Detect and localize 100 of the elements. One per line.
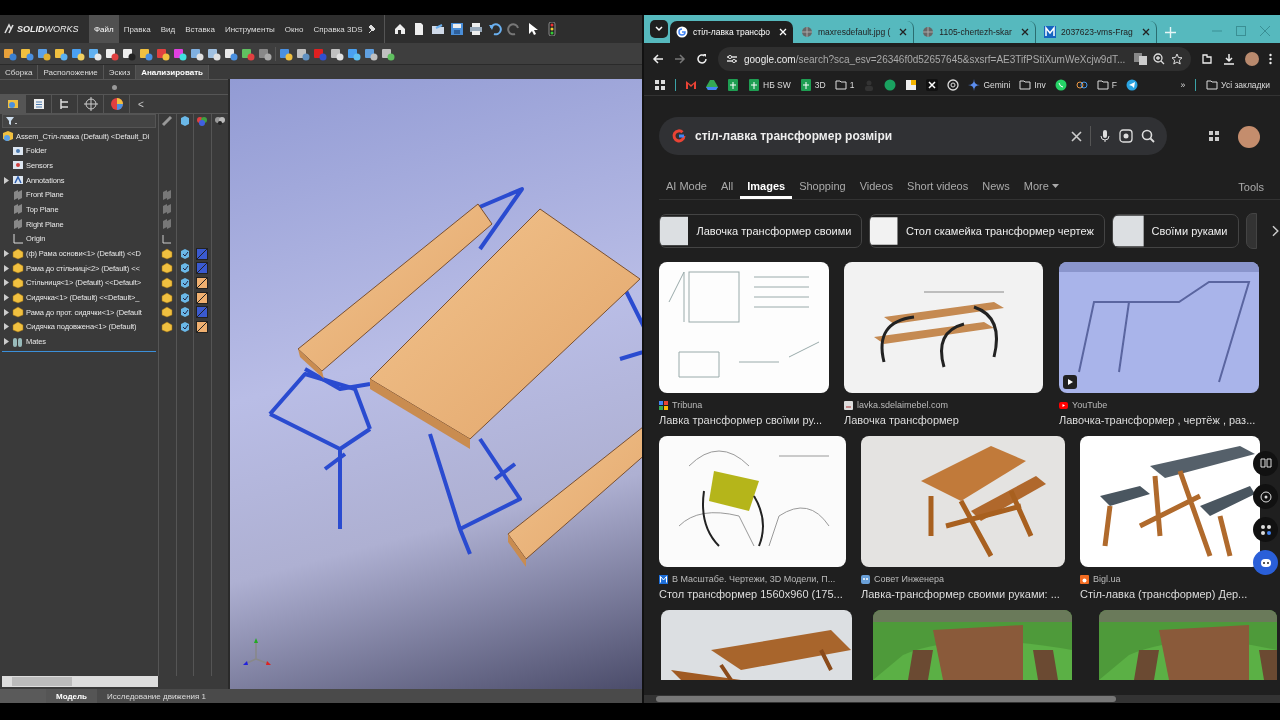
camera-icon[interactable] [1119, 129, 1133, 143]
browser-tab[interactable]: стіл-лавка трансфо [670, 21, 794, 43]
result-title[interactable]: Лавочка трансформер [844, 414, 1059, 426]
tool-icon[interactable] [190, 46, 204, 61]
display-icon[interactable] [213, 115, 226, 128]
tool-icon[interactable] [381, 46, 395, 61]
tool-icon[interactable] [296, 46, 310, 61]
apps-grid-icon[interactable] [1208, 130, 1222, 144]
menu-icon[interactable] [1269, 53, 1272, 65]
expand-arrow-icon[interactable] [3, 264, 9, 272]
result-title[interactable]: Лавка-трансформер своими руками: ... [861, 588, 1080, 600]
cube-check-icon[interactable] [178, 320, 191, 333]
suggestion-chip[interactable]: Стол скамейка трансформер чертеж [869, 214, 1105, 248]
result-title[interactable]: Стіл-лавка (трансформер) Дер... [1080, 588, 1275, 600]
result-title[interactable]: Стол трансформер 1560x960 (175... [659, 588, 861, 600]
bookmark[interactable]: Gemini [968, 79, 1011, 91]
tool-icon[interactable] [224, 46, 238, 61]
bookmark[interactable]: НБ SW [748, 79, 791, 91]
avatar[interactable] [1245, 52, 1259, 66]
tab-list-button[interactable] [650, 20, 668, 38]
expand-arrow-icon[interactable] [3, 308, 9, 316]
address-bar[interactable]: google.com/search?sca_esv=26346f0d52657645&sxsrf=AE3TifPStiXumWeXcjw9dT... [718, 47, 1191, 71]
clear-icon[interactable] [1071, 130, 1082, 142]
source-name[interactable]: lavka.sdelaimebel.com [857, 400, 949, 410]
search-tab[interactable]: Videos [852, 175, 901, 199]
bookmark[interactable]: 1 [834, 79, 855, 91]
bookmark[interactable]: F [1096, 79, 1117, 91]
search-tab[interactable]: More [1016, 175, 1066, 199]
menu-item[interactable]: Справка 3DS [308, 15, 368, 43]
search-tab[interactable]: News [975, 175, 1017, 199]
tool-icon[interactable] [156, 46, 170, 61]
tool-icon[interactable] [330, 46, 344, 61]
tool-icon[interactable] [364, 46, 378, 61]
bookmark[interactable] [1054, 79, 1067, 91]
search-bar[interactable]: стіл-лавка трансформер розміри [659, 117, 1167, 155]
cube-check-icon[interactable] [178, 247, 191, 260]
more-bookmarks-button[interactable]: » [1180, 80, 1186, 90]
appearance-swatch[interactable] [197, 307, 208, 318]
cube-check-icon[interactable] [178, 262, 191, 275]
extensions-icon[interactable] [1201, 53, 1213, 65]
back-icon[interactable] [652, 53, 664, 65]
source-name[interactable]: Tribuna [672, 400, 703, 410]
eye-off-icon[interactable] [161, 115, 174, 128]
play-icon[interactable] [1063, 375, 1077, 389]
tool-icon[interactable] [279, 46, 293, 61]
table-model-drawing[interactable] [268, 187, 642, 567]
cube-check-icon[interactable] [178, 306, 191, 319]
reload-icon[interactable] [696, 53, 708, 65]
result-title[interactable]: Лавочка-трансформер , чертёж , раз... [1059, 414, 1259, 426]
cube-icon[interactable] [178, 115, 191, 128]
pin-icon[interactable] [367, 24, 378, 34]
side-button[interactable] [1253, 451, 1278, 476]
bookmark[interactable]: Inv [1019, 79, 1046, 91]
expand-arrow-icon[interactable] [3, 250, 9, 258]
scrollbar[interactable] [644, 695, 1280, 703]
forward-icon[interactable] [674, 53, 686, 65]
bookmark[interactable] [1125, 79, 1138, 91]
appearance-swatch[interactable] [197, 277, 208, 288]
ribbon-tab[interactable]: Анализировать [136, 65, 209, 79]
source-name[interactable]: YouTube [1072, 400, 1108, 410]
bottom-tab[interactable]: Модель [46, 689, 97, 703]
search-icon[interactable] [1141, 129, 1155, 143]
suggestion-chip[interactable]: Своїми руками [1111, 214, 1239, 248]
menu-item[interactable]: Окно [279, 15, 309, 43]
zoom-icon[interactable] [1153, 53, 1165, 65]
translate-icon[interactable] [1134, 53, 1147, 65]
bookmark[interactable] [947, 79, 960, 91]
close-icon[interactable] [1141, 28, 1150, 36]
menu-item[interactable]: Вставка [180, 15, 220, 43]
appearance-swatch[interactable] [197, 248, 208, 259]
undo-icon[interactable] [487, 22, 502, 36]
cube-check-icon[interactable] [178, 276, 191, 289]
search-tab[interactable]: Shopping [792, 175, 853, 199]
home-icon[interactable] [392, 22, 407, 36]
side-button[interactable] [1253, 517, 1278, 542]
star-icon[interactable] [1171, 53, 1183, 65]
source-name[interactable]: Совет Инженера [874, 574, 944, 584]
download-icon[interactable] [1223, 53, 1235, 65]
search-tab[interactable]: Short videos [900, 175, 976, 199]
menu-item[interactable]: Правка [118, 15, 156, 43]
bookmark[interactable] [654, 79, 666, 91]
tool-icon[interactable] [122, 46, 136, 61]
site-settings-icon[interactable] [726, 53, 738, 65]
source-name[interactable]: Bigl.ua [1093, 574, 1121, 584]
microphone-icon[interactable] [1099, 129, 1111, 143]
expand-arrow-icon[interactable] [3, 176, 9, 184]
panel-tab[interactable] [0, 95, 26, 113]
result-title[interactable]: Лавка трансформер своїми ру... [659, 414, 844, 426]
close-icon[interactable] [1020, 28, 1029, 36]
tools-button[interactable]: Tools [1232, 180, 1270, 194]
save-icon[interactable] [449, 22, 464, 36]
tool-icon[interactable] [173, 46, 187, 61]
bookmark[interactable] [727, 79, 739, 91]
expand-arrow-icon[interactable] [3, 279, 9, 287]
printer-icon[interactable] [468, 22, 483, 36]
filter-field[interactable] [2, 114, 156, 129]
tool-icon[interactable] [20, 46, 34, 61]
expand-arrow-icon[interactable] [3, 338, 9, 346]
bookmark[interactable] [1075, 79, 1088, 91]
tool-icon[interactable] [88, 46, 102, 61]
